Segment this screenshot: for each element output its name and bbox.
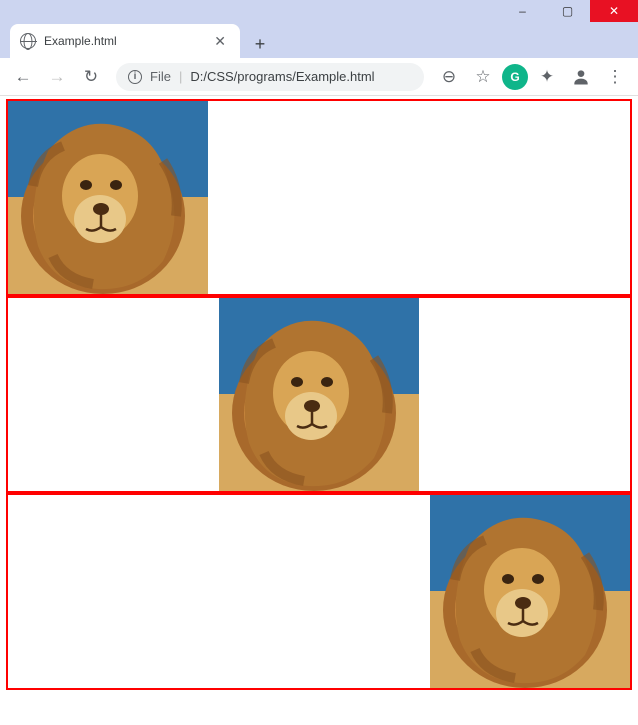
lion-image (8, 101, 208, 294)
profile-avatar-icon[interactable] (566, 62, 596, 92)
toolbar: ← → ↻ i File | D:/CSS/programs/Example.h… (0, 58, 638, 96)
globe-icon (20, 33, 36, 49)
grammarly-extension-icon[interactable]: G (502, 64, 528, 90)
zoom-icon[interactable]: ⊖ (434, 62, 464, 92)
demo-box-center (6, 296, 632, 493)
menu-kebab-icon[interactable]: ⋮ (600, 62, 630, 92)
window-close-button[interactable]: ✕ (590, 0, 638, 22)
tab-active[interactable]: Example.html ✕ (10, 24, 240, 58)
demo-box-left (6, 99, 632, 296)
site-info-icon[interactable]: i (128, 70, 142, 84)
window-minimize-button[interactable]: – (500, 0, 545, 22)
url-scheme-label: File (150, 69, 171, 84)
extensions-puzzle-icon[interactable]: ✦ (532, 62, 562, 92)
page-viewport (0, 96, 638, 725)
tab-strip: Example.html ✕ + (0, 22, 638, 58)
bookmark-star-icon[interactable]: ☆ (468, 62, 498, 92)
window-maximize-button[interactable]: ▢ (545, 0, 590, 22)
url-separator: | (179, 69, 182, 84)
back-button[interactable]: ← (8, 62, 38, 92)
tab-title: Example.html (44, 34, 202, 48)
forward-button[interactable]: → (42, 62, 72, 92)
lion-image (430, 495, 630, 688)
tab-close-icon[interactable]: ✕ (210, 33, 230, 50)
reload-button[interactable]: ↻ (76, 62, 106, 92)
url-text: D:/CSS/programs/Example.html (190, 69, 412, 84)
new-tab-button[interactable]: + (246, 30, 274, 58)
address-bar[interactable]: i File | D:/CSS/programs/Example.html (116, 63, 424, 91)
browser-window: – ▢ ✕ Example.html ✕ + ← → ↻ i File | D:… (0, 0, 638, 725)
lion-image (219, 298, 419, 491)
demo-box-right (6, 493, 632, 690)
